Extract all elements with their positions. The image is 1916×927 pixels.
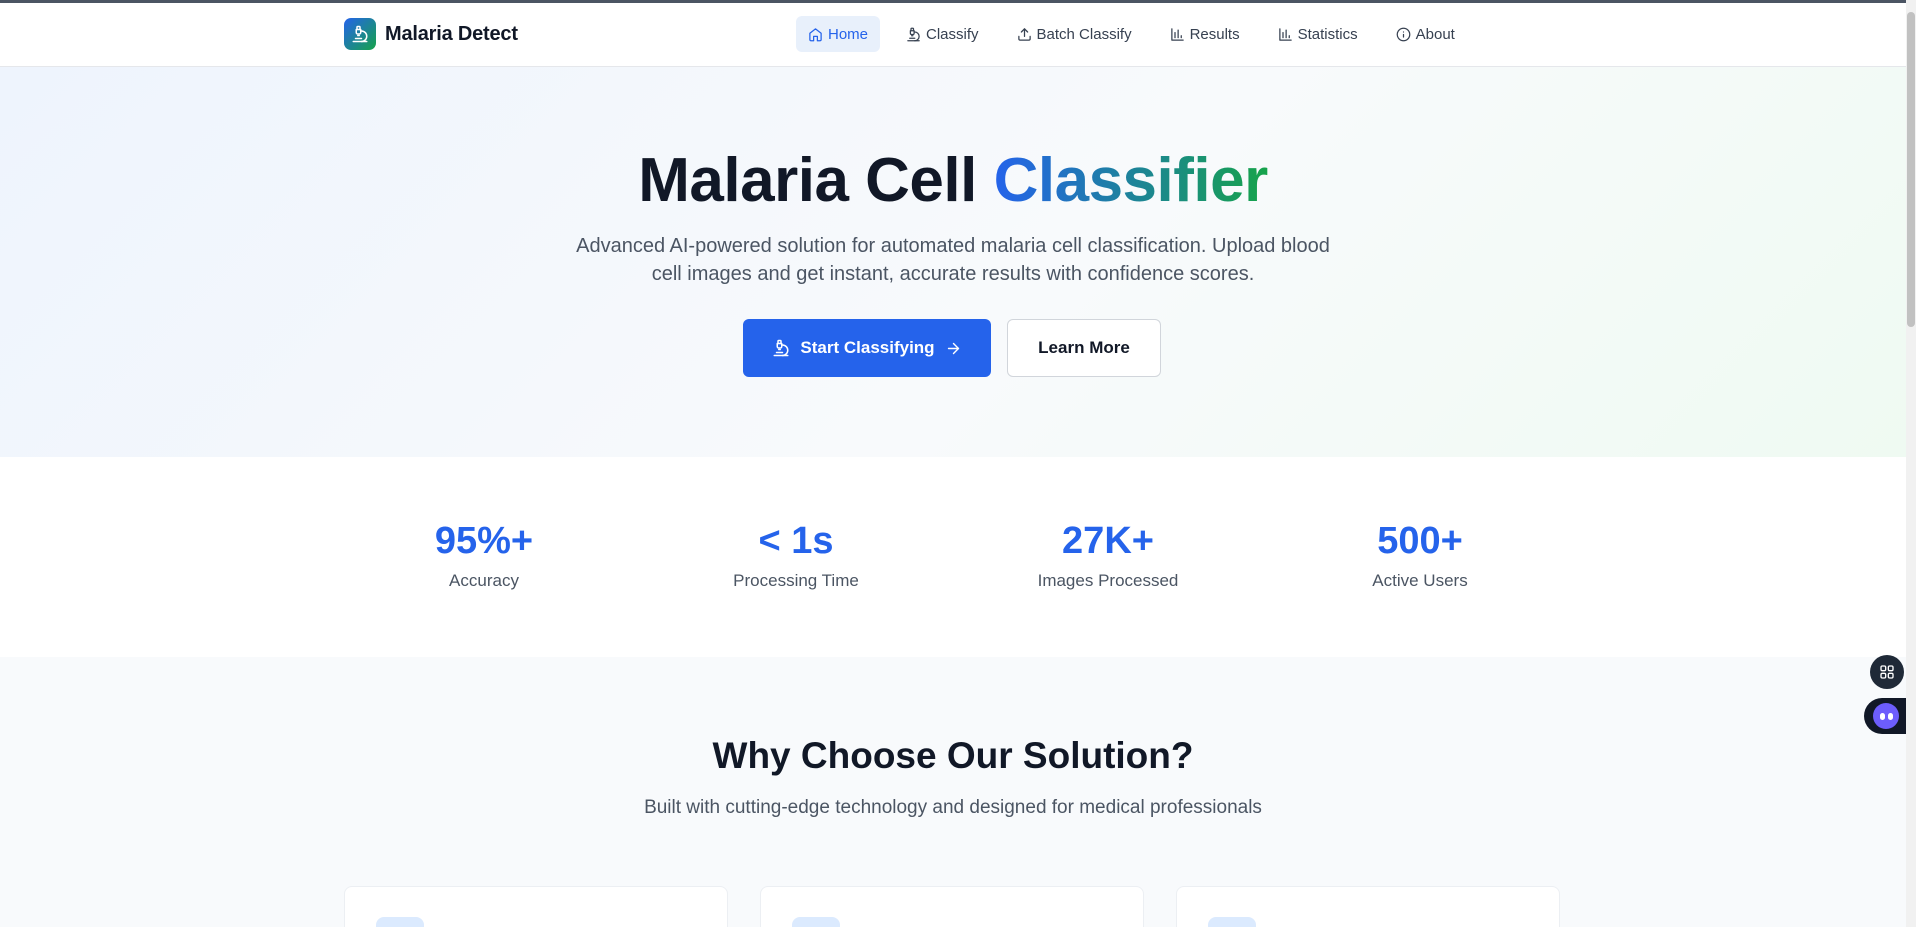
grid-icon (1880, 665, 1894, 679)
stat-active-users: 500+ Active Users (1300, 519, 1540, 591)
feature-icon (376, 917, 424, 927)
feature-card (760, 886, 1144, 927)
nav-item-label: Statistics (1297, 25, 1358, 43)
stat-processing-time: < 1s Processing Time (676, 519, 916, 591)
feature-card (1176, 886, 1560, 927)
stat-value: 27K+ (1062, 520, 1154, 562)
arrow-right-icon (947, 342, 959, 354)
bar-chart-icon (1170, 27, 1184, 41)
hero-title-highlight: Classifier (993, 146, 1269, 215)
stat-value: < 1s (758, 520, 834, 562)
microscope-icon (344, 18, 376, 50)
stat-label: Images Processed (1037, 571, 1179, 590)
scrollbar-thumb[interactable] (1907, 12, 1915, 327)
nav-item-results[interactable]: Results (1158, 16, 1252, 52)
bar-chart-icon (1278, 27, 1292, 41)
main-nav: Home Classify Batch Classify Results Sta… (796, 16, 1467, 52)
home-icon (809, 27, 822, 41)
stat-label: Accuracy (449, 571, 519, 590)
assistant-button[interactable] (1864, 698, 1908, 734)
brand-name: Malaria Detect (385, 22, 518, 45)
nav-item-label: Results (1189, 25, 1240, 43)
hero-title-main: Malaria Cell (638, 146, 977, 215)
features-title: Why Choose Our Solution? (712, 735, 1194, 776)
nav-item-label: Home (828, 25, 869, 43)
navbar: Malaria Detect Home Classify Batch Class… (0, 3, 1906, 67)
brand[interactable]: Malaria Detect (344, 18, 518, 50)
nav-item-label: About (1415, 25, 1455, 43)
nav-item-label: Batch Classify (1036, 25, 1132, 43)
stats-section: 95%+ Accuracy < 1s Processing Time 27K+ … (0, 457, 1906, 657)
features-section: Why Choose Our Solution? Built with cutt… (0, 657, 1906, 927)
hero-section: Malaria Cell Classifier Advanced AI-powe… (0, 67, 1906, 457)
microscope-icon (773, 339, 789, 357)
learn-more-button[interactable]: Learn More (1007, 319, 1161, 377)
nav-item-classify[interactable]: Classify (894, 16, 991, 52)
bot-icon (1873, 703, 1899, 729)
feature-icon (792, 917, 840, 927)
hero-subtitle: Advanced AI-powered solution for automat… (576, 235, 1330, 285)
features-subtitle: Built with cutting-edge technology and d… (644, 797, 1262, 818)
stat-accuracy: 95%+ Accuracy (364, 519, 604, 591)
info-icon (1396, 27, 1410, 41)
start-classifying-button[interactable]: Start Classifying (743, 319, 991, 377)
nav-item-label: Classify (926, 25, 979, 43)
stat-value: 500+ (1377, 520, 1463, 562)
nav-item-statistics[interactable]: Statistics (1266, 16, 1370, 52)
page-scrollbar[interactable] (1906, 0, 1916, 927)
learn-more-label: Learn More (1038, 338, 1130, 357)
stat-label: Active Users (1372, 571, 1468, 590)
stat-images-processed: 27K+ Images Processed (988, 519, 1228, 591)
nav-item-batch-classify[interactable]: Batch Classify (1005, 16, 1144, 52)
apps-grid-button[interactable] (1870, 655, 1904, 689)
microscope-icon (907, 27, 920, 41)
stat-label: Processing Time (733, 571, 859, 590)
start-classifying-label: Start Classifying (800, 338, 935, 357)
upload-icon (1017, 27, 1031, 41)
nav-item-home[interactable]: Home (796, 16, 881, 52)
feature-icon (1208, 917, 1256, 927)
feature-card (344, 886, 728, 927)
hero-title: Malaria Cell Classifier (0, 145, 1906, 216)
stat-value: 95%+ (434, 520, 534, 562)
nav-item-about[interactable]: About (1384, 16, 1467, 52)
